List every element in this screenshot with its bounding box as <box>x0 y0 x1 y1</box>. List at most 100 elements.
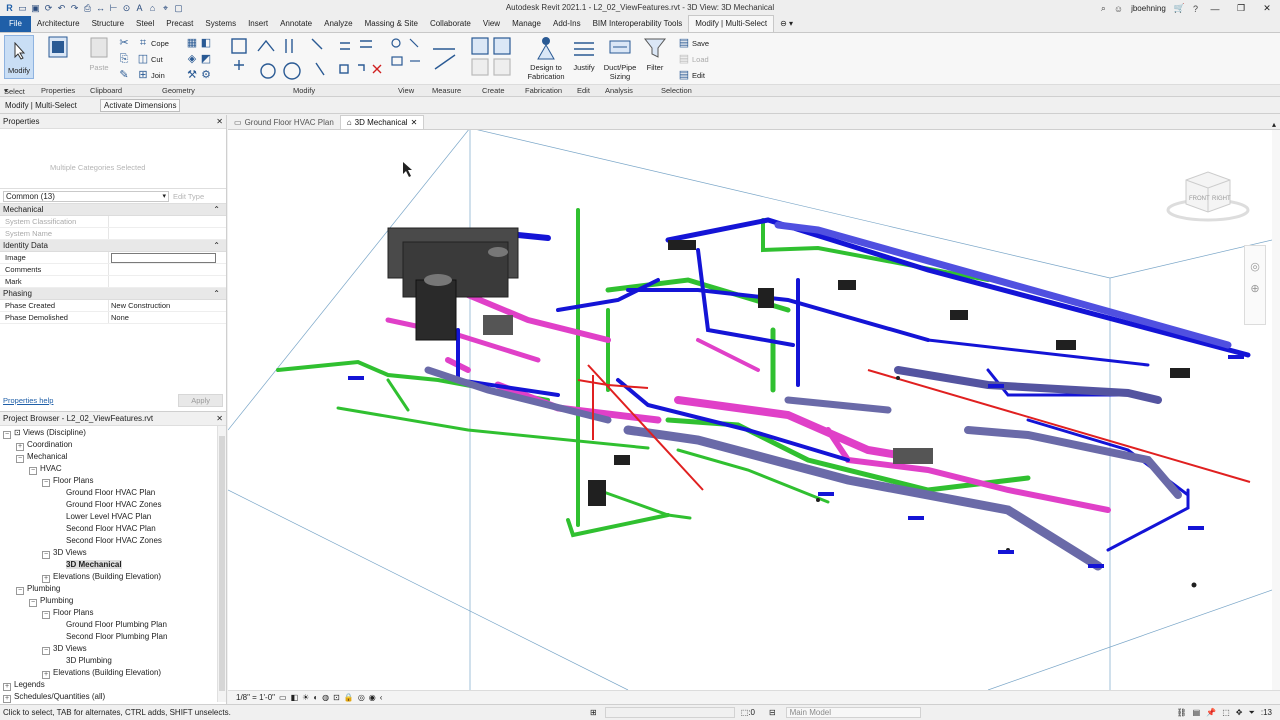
reveal-hidden-icon[interactable]: ◉ <box>369 693 376 702</box>
text-icon[interactable]: A <box>134 3 145 14</box>
browser-item[interactable]: −3D Views <box>0 547 226 559</box>
tab-collaborate[interactable]: Collaborate <box>424 16 477 32</box>
join-button[interactable]: ⊞ Join <box>137 69 164 81</box>
close-tab-icon[interactable]: ✕ <box>411 118 418 127</box>
section-icon[interactable]: ⌖ <box>160 3 171 14</box>
phase-demolished-field[interactable]: None <box>109 312 226 323</box>
scroll-thumb[interactable] <box>219 436 225 691</box>
browser-item[interactable]: + Elevations (Building Elevation) <box>0 571 226 583</box>
modify-tools-icons[interactable] <box>228 35 388 83</box>
workset-field[interactable] <box>604 707 735 718</box>
worksets-icon[interactable]: ⊞ <box>590 708 597 717</box>
expand-icon[interactable]: + <box>3 695 11 703</box>
measure-icon[interactable]: ↔ <box>95 3 106 14</box>
tab-precast[interactable]: Precast <box>160 16 199 32</box>
render-icon[interactable]: ◍ <box>322 693 329 702</box>
type-selector[interactable]: Multiple Categories Selected <box>0 129 226 189</box>
edit-type-button[interactable]: Edit Type <box>173 192 204 201</box>
minimize-icon[interactable]: — <box>1206 4 1224 14</box>
mark-field[interactable] <box>109 276 226 287</box>
collapse-icon[interactable]: − <box>42 647 50 655</box>
group-identity-data[interactable]: Identity Data <box>0 240 226 252</box>
redo-icon[interactable]: ↷ <box>69 3 80 14</box>
browser-item[interactable]: Second Floor HVAC Plan <box>0 523 226 535</box>
3d-view-canvas[interactable]: FRONT RIGHT <box>228 130 1272 690</box>
demolish-icon[interactable]: ⚒ ⚙ <box>186 69 212 81</box>
user-icon[interactable]: ☺ <box>1114 4 1123 14</box>
user-name[interactable]: jboehning <box>1131 4 1166 13</box>
properties-help-link[interactable]: Properties help <box>3 396 53 405</box>
properties-button[interactable] <box>46 35 70 63</box>
view-tab[interactable]: ▭ Ground Floor HVAC Plan <box>228 115 340 129</box>
expand-icon[interactable]: + <box>42 575 50 583</box>
tab-structure[interactable]: Structure <box>86 16 130 32</box>
pinned-icon[interactable]: 📌 <box>1206 708 1216 718</box>
collapse-icon[interactable]: − <box>42 611 50 619</box>
expand-icon[interactable]: + <box>3 683 11 691</box>
underlay-icon[interactable]: ▤ <box>1193 708 1201 718</box>
browser-scrollbar[interactable] <box>217 426 226 702</box>
links-icon[interactable]: ⛓ <box>1177 708 1187 718</box>
browser-item[interactable]: − Floor Plans <box>0 607 226 619</box>
save-selection-button[interactable]: ▤ Save <box>678 37 709 49</box>
panel-select[interactable]: Select ▾ <box>4 86 25 96</box>
collapse-icon[interactable]: − <box>42 551 50 559</box>
select-by-face-icon[interactable]: ⬚ <box>1222 708 1230 718</box>
browser-item[interactable]: − ⊡ Views (Discipline) <box>0 427 226 439</box>
browser-item[interactable]: Lower Level HVAC Plan <box>0 511 226 523</box>
tag-icon[interactable]: ⊙ <box>121 3 132 14</box>
tab-annotate[interactable]: Annotate <box>274 16 318 32</box>
visual-style-icon[interactable]: ◧ <box>291 693 299 702</box>
browser-item[interactable]: − HVAC <box>0 463 226 475</box>
activate-dimensions-button[interactable]: Activate Dimensions <box>100 98 181 112</box>
view-scrollbar[interactable] <box>1272 130 1280 690</box>
browser-item[interactable]: Second Floor Plumbing Plan <box>0 631 226 643</box>
hide-isolate-icon[interactable]: ◎ <box>358 693 365 702</box>
tab-massing-site[interactable]: Massing & Site <box>359 16 424 32</box>
browser-item[interactable]: Ground Floor HVAC Zones <box>0 499 226 511</box>
print-icon[interactable]: ⎙ <box>82 3 93 14</box>
group-phasing[interactable]: Phasing <box>0 288 226 300</box>
lock-view-icon[interactable]: 🔒 <box>344 693 354 702</box>
comments-field[interactable] <box>109 264 226 275</box>
save-icon[interactable]: ▣ <box>30 3 41 14</box>
design-to-fabrication-button[interactable]: Design to Fabrication <box>524 35 568 81</box>
create-icons[interactable] <box>468 35 518 79</box>
tab-modify-multi-select[interactable]: Modify | Multi-Select <box>688 15 775 32</box>
browser-item[interactable]: + Legends <box>0 679 226 691</box>
tab-file[interactable]: File <box>0 16 31 32</box>
3d-view-icon[interactable]: ⌂ <box>147 3 158 14</box>
crop-icon[interactable]: ⊡ <box>333 693 340 702</box>
browser-item[interactable]: 3D Plumbing <box>0 655 226 667</box>
sun-path-icon[interactable]: ☀ <box>302 693 309 702</box>
collapse-icon[interactable]: − <box>29 599 37 607</box>
tab-analyze[interactable]: Analyze <box>318 16 358 32</box>
active-model-field[interactable]: Main Model <box>785 707 921 718</box>
drag-icon[interactable]: ✥ <box>1236 708 1243 718</box>
collapse-icon[interactable]: − <box>16 587 24 595</box>
ribbon-options-icon[interactable]: ⊖ ▾ <box>774 16 799 32</box>
close-icon[interactable]: ✕ <box>1258 3 1276 14</box>
close-hidden-icon[interactable]: ▢ <box>173 3 184 14</box>
restore-icon[interactable]: ❐ <box>1232 3 1250 14</box>
browser-item[interactable]: + Elevations (Building Elevation) <box>0 667 226 679</box>
apply-button[interactable]: Apply <box>178 393 223 407</box>
tab-insert[interactable]: Insert <box>242 16 274 32</box>
phase-created-field[interactable]: New Construction <box>109 300 226 311</box>
browser-item[interactable]: Ground Floor HVAC Plan <box>0 487 226 499</box>
duct-pipe-sizing-button[interactable]: Duct/Pipe Sizing <box>600 35 640 81</box>
detail-level-icon[interactable]: ▭ <box>279 693 287 702</box>
cope-button[interactable]: ⌗ Cope <box>137 37 169 49</box>
browser-item[interactable]: Second Floor HVAC Zones <box>0 535 226 547</box>
justify-button[interactable]: Justify <box>570 35 598 72</box>
paste-button[interactable]: Paste <box>87 35 111 72</box>
steering-wheel-icon[interactable]: ◎ <box>1245 246 1265 278</box>
shadows-icon[interactable]: ◐ <box>313 693 318 702</box>
tab-manage[interactable]: Manage <box>506 16 547 32</box>
view-scale[interactable]: 1/8" = 1'-0" <box>236 693 275 702</box>
tab-bim-interoperability-tools[interactable]: BIM Interoperability Tools <box>587 16 689 32</box>
close-icon[interactable]: ✕ <box>216 414 223 423</box>
tab-steel[interactable]: Steel <box>130 16 160 32</box>
view-tools-icons[interactable] <box>388 35 428 75</box>
undo-icon[interactable]: ↶ <box>56 3 67 14</box>
